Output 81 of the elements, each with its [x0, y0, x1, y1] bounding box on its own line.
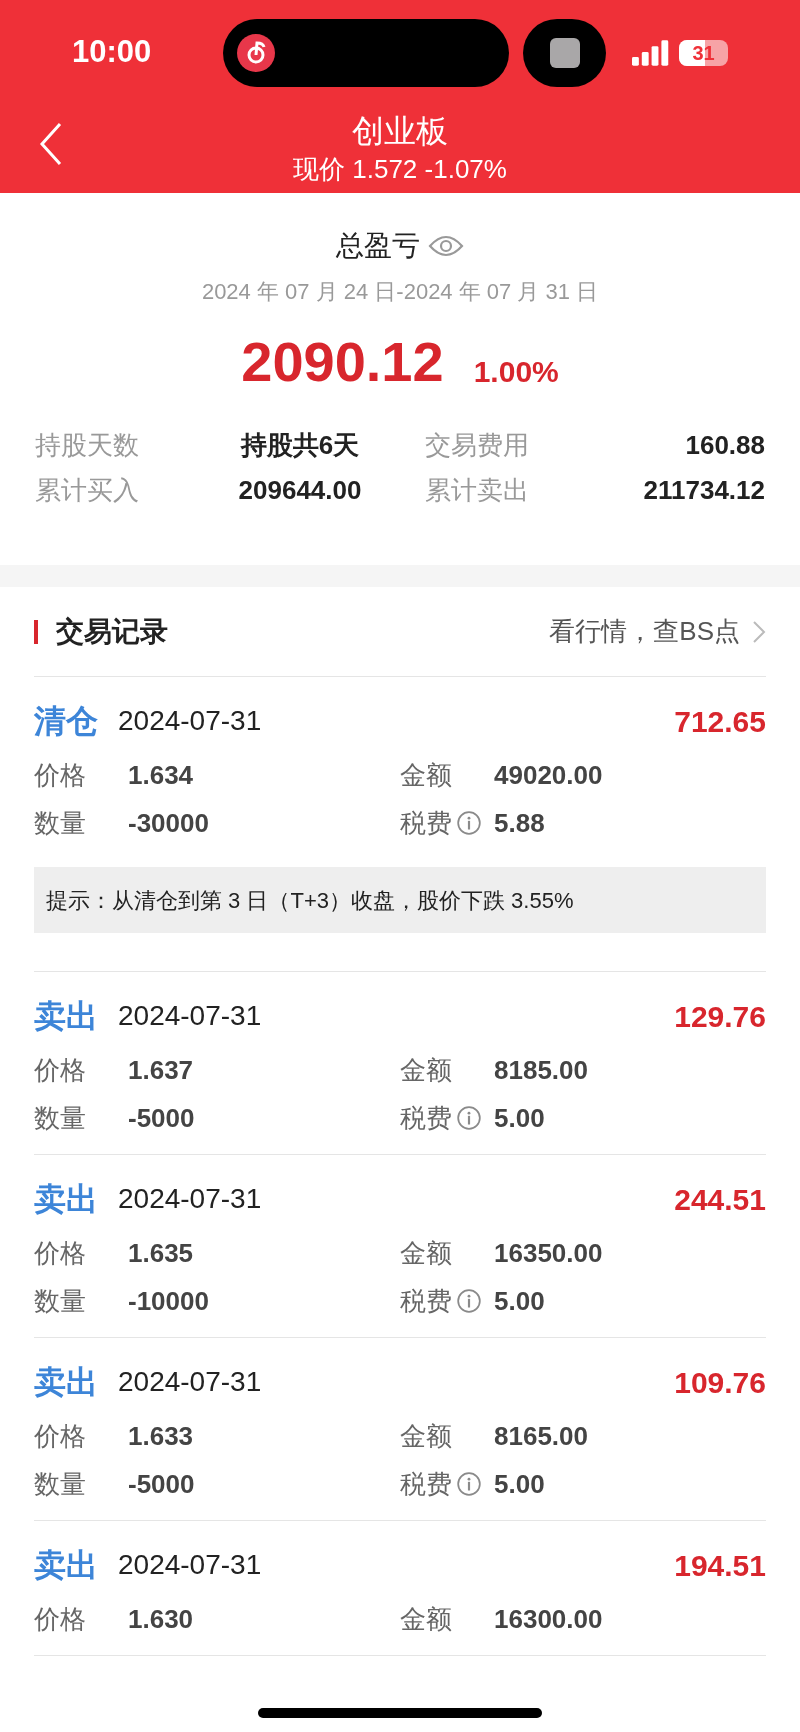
- trade-type: 卖出: [34, 1546, 98, 1585]
- field-value: -30000: [128, 806, 209, 840]
- summary-title: 总盈亏: [336, 229, 420, 263]
- field-label: 金额: [400, 758, 452, 792]
- field-label: 税费: [400, 1284, 452, 1318]
- field-label: 数量: [34, 1101, 86, 1135]
- trade-type: 卖出: [34, 1180, 98, 1219]
- stat-label: 累计卖出: [425, 474, 529, 507]
- field-value: -5000: [128, 1467, 195, 1501]
- field-label: 数量: [34, 1467, 86, 1501]
- field-label: 金额: [400, 1419, 452, 1453]
- field-value: 5.00: [494, 1467, 545, 1501]
- music-app-icon: [236, 33, 275, 72]
- trade-profit: 244.51: [674, 1181, 766, 1218]
- info-icon[interactable]: [456, 1288, 482, 1314]
- field-value: -10000: [128, 1284, 209, 1318]
- trade-profit: 109.76: [674, 1364, 766, 1401]
- field-value: 16350.00: [494, 1236, 603, 1270]
- stat-value: 209644.00: [237, 474, 363, 507]
- stat-value: 211734.12: [643, 474, 765, 507]
- info-icon[interactable]: [456, 810, 482, 836]
- field-label: 金额: [400, 1602, 452, 1636]
- field-label: 税费: [400, 1467, 452, 1501]
- stat-label: 交易费用: [425, 429, 529, 462]
- stat-label: 持股天数: [35, 429, 139, 462]
- stat-value: 160.88: [685, 429, 765, 462]
- field-label: 金额: [400, 1053, 452, 1087]
- blurred-avatar-icon: [549, 37, 580, 68]
- trade-type: 卖出: [34, 997, 98, 1036]
- section-title: 交易记录: [56, 614, 168, 649]
- field-value: 1.630: [128, 1602, 194, 1636]
- field-label: 金额: [400, 1236, 452, 1270]
- trade-profit: 129.76: [674, 998, 766, 1035]
- battery-indicator: 31: [679, 39, 728, 66]
- field-value: -5000: [128, 1101, 195, 1135]
- back-icon[interactable]: [38, 121, 64, 167]
- field-value: 16300.00: [494, 1602, 603, 1636]
- field-value: 8185.00: [494, 1053, 588, 1087]
- field-value: 5.00: [494, 1284, 545, 1318]
- trade-type: 清仓: [34, 702, 98, 741]
- field-value: 5.00: [494, 1101, 545, 1135]
- stat-label: 累计买入: [35, 474, 139, 507]
- chevron-right-icon[interactable]: [752, 619, 766, 644]
- field-label: 税费: [400, 806, 452, 840]
- profit-percent: 1.00%: [473, 354, 559, 390]
- field-value: 5.88: [494, 806, 545, 840]
- info-icon[interactable]: [456, 1471, 482, 1497]
- trade-profit: 194.51: [674, 1547, 766, 1584]
- total-profit: 2090.12: [241, 332, 444, 392]
- field-label: 数量: [34, 1284, 86, 1318]
- field-label: 价格: [34, 1419, 86, 1453]
- trade-profit: 712.65: [674, 703, 766, 740]
- field-value: 49020.00: [494, 758, 603, 792]
- trade-date: 2024-07-31: [118, 704, 262, 738]
- field-value: 1.637: [128, 1053, 194, 1087]
- status-time: 10:00: [72, 33, 153, 72]
- field-value: 1.635: [128, 1236, 194, 1270]
- trade-date: 2024-07-31: [118, 1548, 262, 1582]
- field-label: 价格: [34, 1053, 86, 1087]
- field-value: 1.633: [128, 1419, 194, 1453]
- trade-date: 2024-07-31: [118, 999, 262, 1033]
- tip-text: 提示：从清仓到第 3 日（T+3）收盘，股价下跌 3.55%: [46, 886, 574, 915]
- current-price: 现价 1.572 -1.07%: [293, 153, 507, 186]
- field-value: 1.634: [128, 758, 194, 792]
- field-label: 价格: [34, 1602, 86, 1636]
- section-marker: [34, 619, 38, 644]
- field-label: 价格: [34, 758, 86, 792]
- trade-date: 2024-07-31: [118, 1365, 262, 1399]
- trade-type: 卖出: [34, 1363, 98, 1402]
- page-title: 创业板: [352, 112, 448, 151]
- eye-icon[interactable]: [428, 234, 464, 258]
- info-icon[interactable]: [456, 1105, 482, 1131]
- signal-icon: [631, 39, 669, 66]
- stat-value: 持股共6天: [239, 429, 361, 462]
- date-range: 2024 年 07 月 24 日-2024 年 07 月 31 日: [201, 278, 599, 306]
- field-value: 8165.00: [494, 1419, 588, 1453]
- field-label: 税费: [400, 1101, 452, 1135]
- trade-date: 2024-07-31: [118, 1182, 262, 1216]
- field-label: 数量: [34, 806, 86, 840]
- field-label: 价格: [34, 1236, 86, 1270]
- chart-link[interactable]: 看行情，查BS点: [549, 612, 740, 651]
